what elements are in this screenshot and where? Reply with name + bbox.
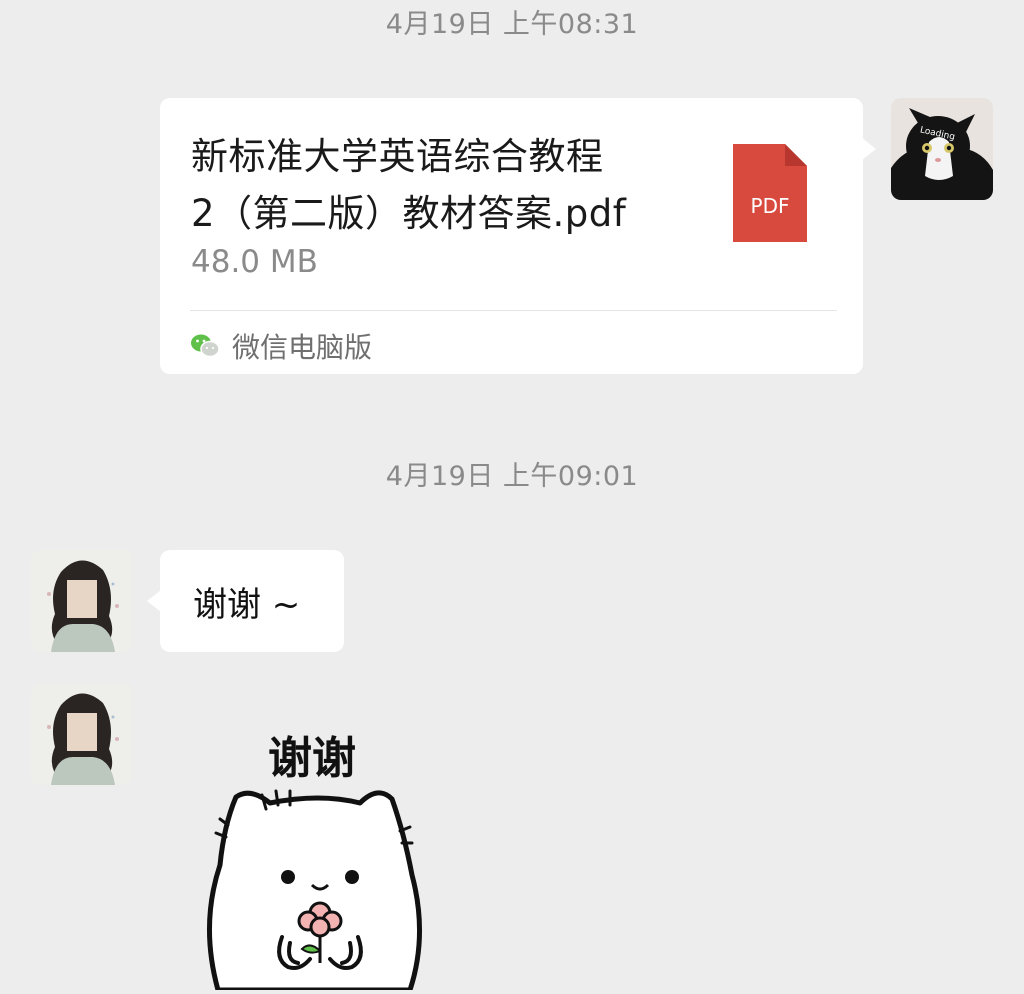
file-source-label: 微信电脑版 <box>232 331 373 364</box>
girl-avatar-image <box>31 683 133 785</box>
file-message-bubble[interactable]: 新标准大学英语综合教程 2（第二版）教材答案.pdf 48.0 MB PDF 微… <box>160 98 876 374</box>
contact-avatar[interactable] <box>31 550 133 652</box>
file-name-line-1: 新标准大学英语综合教程 <box>191 135 604 178</box>
text-message-bubble[interactable]: 谢谢 ~ <box>147 550 344 652</box>
file-source: 微信电脑版 <box>190 326 372 366</box>
wechat-icon <box>191 334 220 358</box>
card-divider <box>190 310 837 311</box>
file-name-line-2: 2（第二版）教材答案.pdf <box>191 192 627 235</box>
contact-avatar[interactable] <box>31 683 133 785</box>
timestamp: 4月19日 上午08:31 <box>385 9 639 40</box>
pdf-file-icon: PDF <box>733 144 807 242</box>
girl-avatar-image <box>31 550 133 652</box>
message-text: 谢谢 ~ <box>193 584 301 625</box>
sticker-caption: 谢谢 <box>268 733 356 784</box>
cat-thanks-sticker: 谢谢 <box>207 733 423 993</box>
timestamp: 4月19日 上午09:01 <box>385 461 639 492</box>
self-avatar[interactable]: Loading <box>891 98 993 200</box>
file-size: 48.0 MB <box>191 244 318 280</box>
cat-avatar-image: Loading <box>891 98 993 200</box>
pdf-icon-label: PDF <box>751 194 790 218</box>
file-name: 新标准大学英语综合教程 2（第二版）教材答案.pdf <box>191 128 691 242</box>
sticker-message[interactable]: 谢谢 <box>190 715 450 993</box>
